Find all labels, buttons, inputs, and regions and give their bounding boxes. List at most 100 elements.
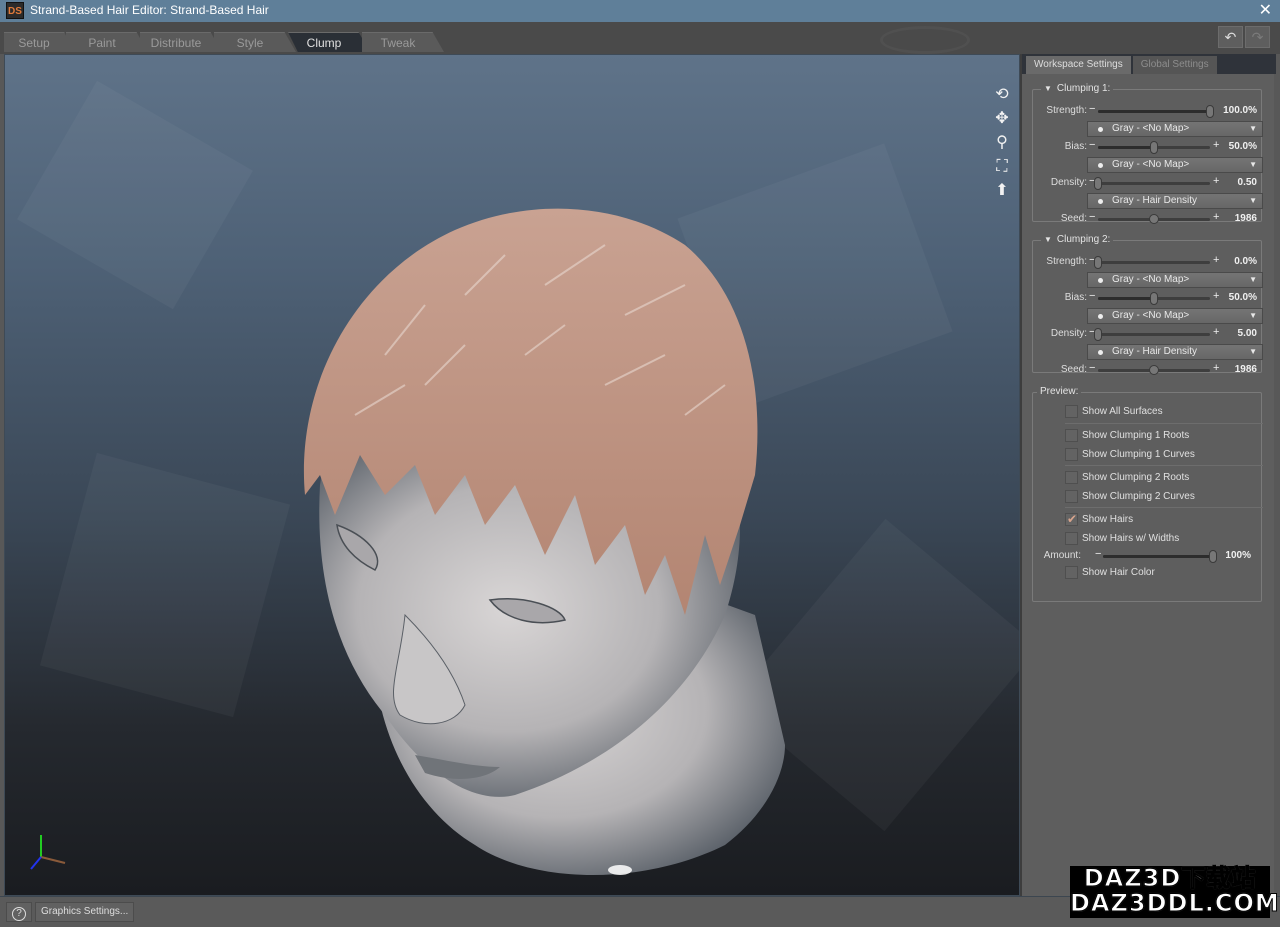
show-clumping1-roots-checkbox[interactable]: Show Clumping 1 Roots [1065,429,1261,443]
tab-distribute[interactable]: Distribute [140,32,222,52]
increment-icon[interactable]: + [1213,211,1219,223]
increment-icon[interactable]: + [1213,139,1219,151]
clumping1-seed-slider[interactable]: Seed: − + 1986 [1033,211,1263,226]
slider-track[interactable] [1098,365,1210,375]
slider-track[interactable] [1094,328,1210,341]
show-hair-color-checkbox[interactable]: Show Hair Color [1065,566,1261,580]
slider-value[interactable]: 0.50 [1238,177,1257,188]
clumping1-density-map-dropdown[interactable]: Gray - Hair Density ▼ [1087,193,1263,209]
zoom-icon[interactable]: ⚲ [991,133,1013,153]
clumping1-strength-slider[interactable]: Strength: − 100.0% [1033,103,1263,118]
clumping1-header[interactable]: ▼ Clumping 1: [1041,83,1114,94]
clumping1-bias-map-dropdown[interactable]: Gray - <No Map> ▼ [1087,157,1263,173]
help-button[interactable]: ? [6,902,32,922]
redo-button[interactable]: ↷ [1245,26,1270,48]
checkbox[interactable] [1065,512,1078,526]
slider-value[interactable]: 5.00 [1238,328,1257,339]
slider-value[interactable]: 1986 [1235,213,1257,224]
show-hairs-widths-checkbox[interactable]: Show Hairs w/ Widths [1065,532,1261,546]
clumping1-bias-slider[interactable]: Bias: − + 50.0% [1033,139,1263,154]
slider-track[interactable] [1098,214,1210,224]
increment-icon[interactable]: + [1213,326,1219,338]
frame-icon[interactable]: ⛶ [991,157,1013,177]
clumping2-header[interactable]: ▼ Clumping 2: [1041,234,1114,245]
clumping1-density-slider[interactable]: Density: − + 0.50 [1033,175,1263,190]
amount-slider[interactable]: Amount: − 100% [1033,548,1263,563]
show-hairs-checkbox[interactable]: Show Hairs [1065,512,1261,527]
close-icon[interactable]: ✕ [1259,0,1272,20]
clumping2-bias-map-dropdown[interactable]: Gray - <No Map> ▼ [1087,308,1263,324]
clumping2-seed-slider[interactable]: Seed: − + 1986 [1033,362,1263,377]
clumping2-bias-slider[interactable]: Bias: − + 50.0% [1033,290,1263,305]
graphics-settings-button[interactable]: Graphics Settings... [35,902,135,922]
3d-viewport[interactable]: ⟲ ✥ ⚲ ⛶ ⬆ [4,54,1020,896]
map-dot-icon [1098,163,1103,168]
increment-icon[interactable]: + [1213,362,1219,374]
slider-value[interactable]: 1986 [1235,364,1257,375]
checkbox[interactable] [1065,448,1078,461]
clumping2-density-map-dropdown[interactable]: Gray - Hair Density ▼ [1087,344,1263,360]
slider-thumb[interactable] [1094,256,1102,269]
checkbox[interactable] [1065,471,1078,484]
checkbox[interactable] [1065,405,1078,418]
pan-icon[interactable]: ✥ [991,109,1013,129]
checkbox-label: Show Clumping 2 Roots [1082,472,1190,483]
slider-track[interactable] [1098,105,1214,118]
clumping2-density-slider[interactable]: Density: − + 5.00 [1033,326,1263,341]
decrement-icon[interactable]: − [1089,362,1095,374]
increment-icon[interactable]: + [1213,175,1219,187]
slider-thumb[interactable] [1206,105,1214,118]
clumping1-strength-map-dropdown[interactable]: Gray - <No Map> ▼ [1087,121,1263,137]
slider-value[interactable]: 100.0% [1223,105,1257,116]
tab-tweak[interactable]: Tweak [362,32,444,52]
tab-label: Style [236,36,264,50]
slider-thumb[interactable] [1149,214,1159,224]
checkbox[interactable] [1065,429,1078,442]
checkbox[interactable] [1065,566,1078,579]
clumping2-strength-map-dropdown[interactable]: Gray - <No Map> ▼ [1087,272,1263,288]
slider-thumb[interactable] [1150,292,1158,305]
increment-icon[interactable]: + [1213,290,1219,302]
slider-value[interactable]: 50.0% [1229,292,1257,303]
tab-style[interactable]: Style [214,32,296,52]
show-clumping1-curves-checkbox[interactable]: Show Clumping 1 Curves [1065,448,1261,462]
slider-thumb[interactable] [1209,550,1217,563]
checkbox[interactable] [1065,490,1078,503]
tab-setup[interactable]: Setup [4,32,74,52]
slider-track[interactable] [1098,141,1210,154]
decrement-icon[interactable]: − [1089,211,1095,223]
show-clumping2-roots-checkbox[interactable]: Show Clumping 2 Roots [1065,471,1261,485]
tab-global-settings[interactable]: Global Settings [1132,56,1217,74]
slider-value[interactable]: 50.0% [1229,141,1257,152]
undo-button[interactable]: ↶ [1218,26,1243,48]
tab-paint[interactable]: Paint [66,32,148,52]
decrement-icon[interactable]: − [1089,103,1095,115]
orbit-icon[interactable]: ⟲ [991,85,1013,105]
slider-thumb[interactable] [1094,328,1102,341]
clumping2-strength-slider[interactable]: Strength: − + 0.0% [1033,254,1263,269]
show-clumping2-curves-checkbox[interactable]: Show Clumping 2 Curves [1065,490,1261,504]
slider-track[interactable] [1094,177,1210,190]
checkbox-label: Show Clumping 2 Curves [1082,491,1195,502]
slider-label: Density: [1050,328,1087,339]
tab-workspace-settings[interactable]: Workspace Settings [1026,56,1131,74]
watermark-line1: DAZ3D下载站 [1083,864,1257,892]
dropdown-arrow-icon: ▼ [1249,347,1257,356]
slider-thumb[interactable] [1150,141,1158,154]
reset-view-icon[interactable]: ⬆ [991,181,1013,201]
slider-track[interactable] [1098,292,1210,305]
tab-clump[interactable]: Clump [288,32,370,52]
slider-track[interactable] [1103,550,1217,563]
divider [1065,465,1263,466]
slider-thumb[interactable] [1149,365,1159,375]
increment-icon[interactable]: + [1213,254,1219,266]
decrement-icon[interactable]: − [1095,548,1101,560]
decrement-icon[interactable]: − [1089,290,1095,302]
slider-track[interactable] [1094,256,1210,269]
show-all-surfaces-checkbox[interactable]: Show All Surfaces [1065,405,1261,419]
checkbox[interactable] [1065,532,1078,545]
decrement-icon[interactable]: − [1089,139,1095,151]
slider-value[interactable]: 100% [1225,550,1251,561]
slider-thumb[interactable] [1094,177,1102,190]
slider-value[interactable]: 0.0% [1234,256,1257,267]
